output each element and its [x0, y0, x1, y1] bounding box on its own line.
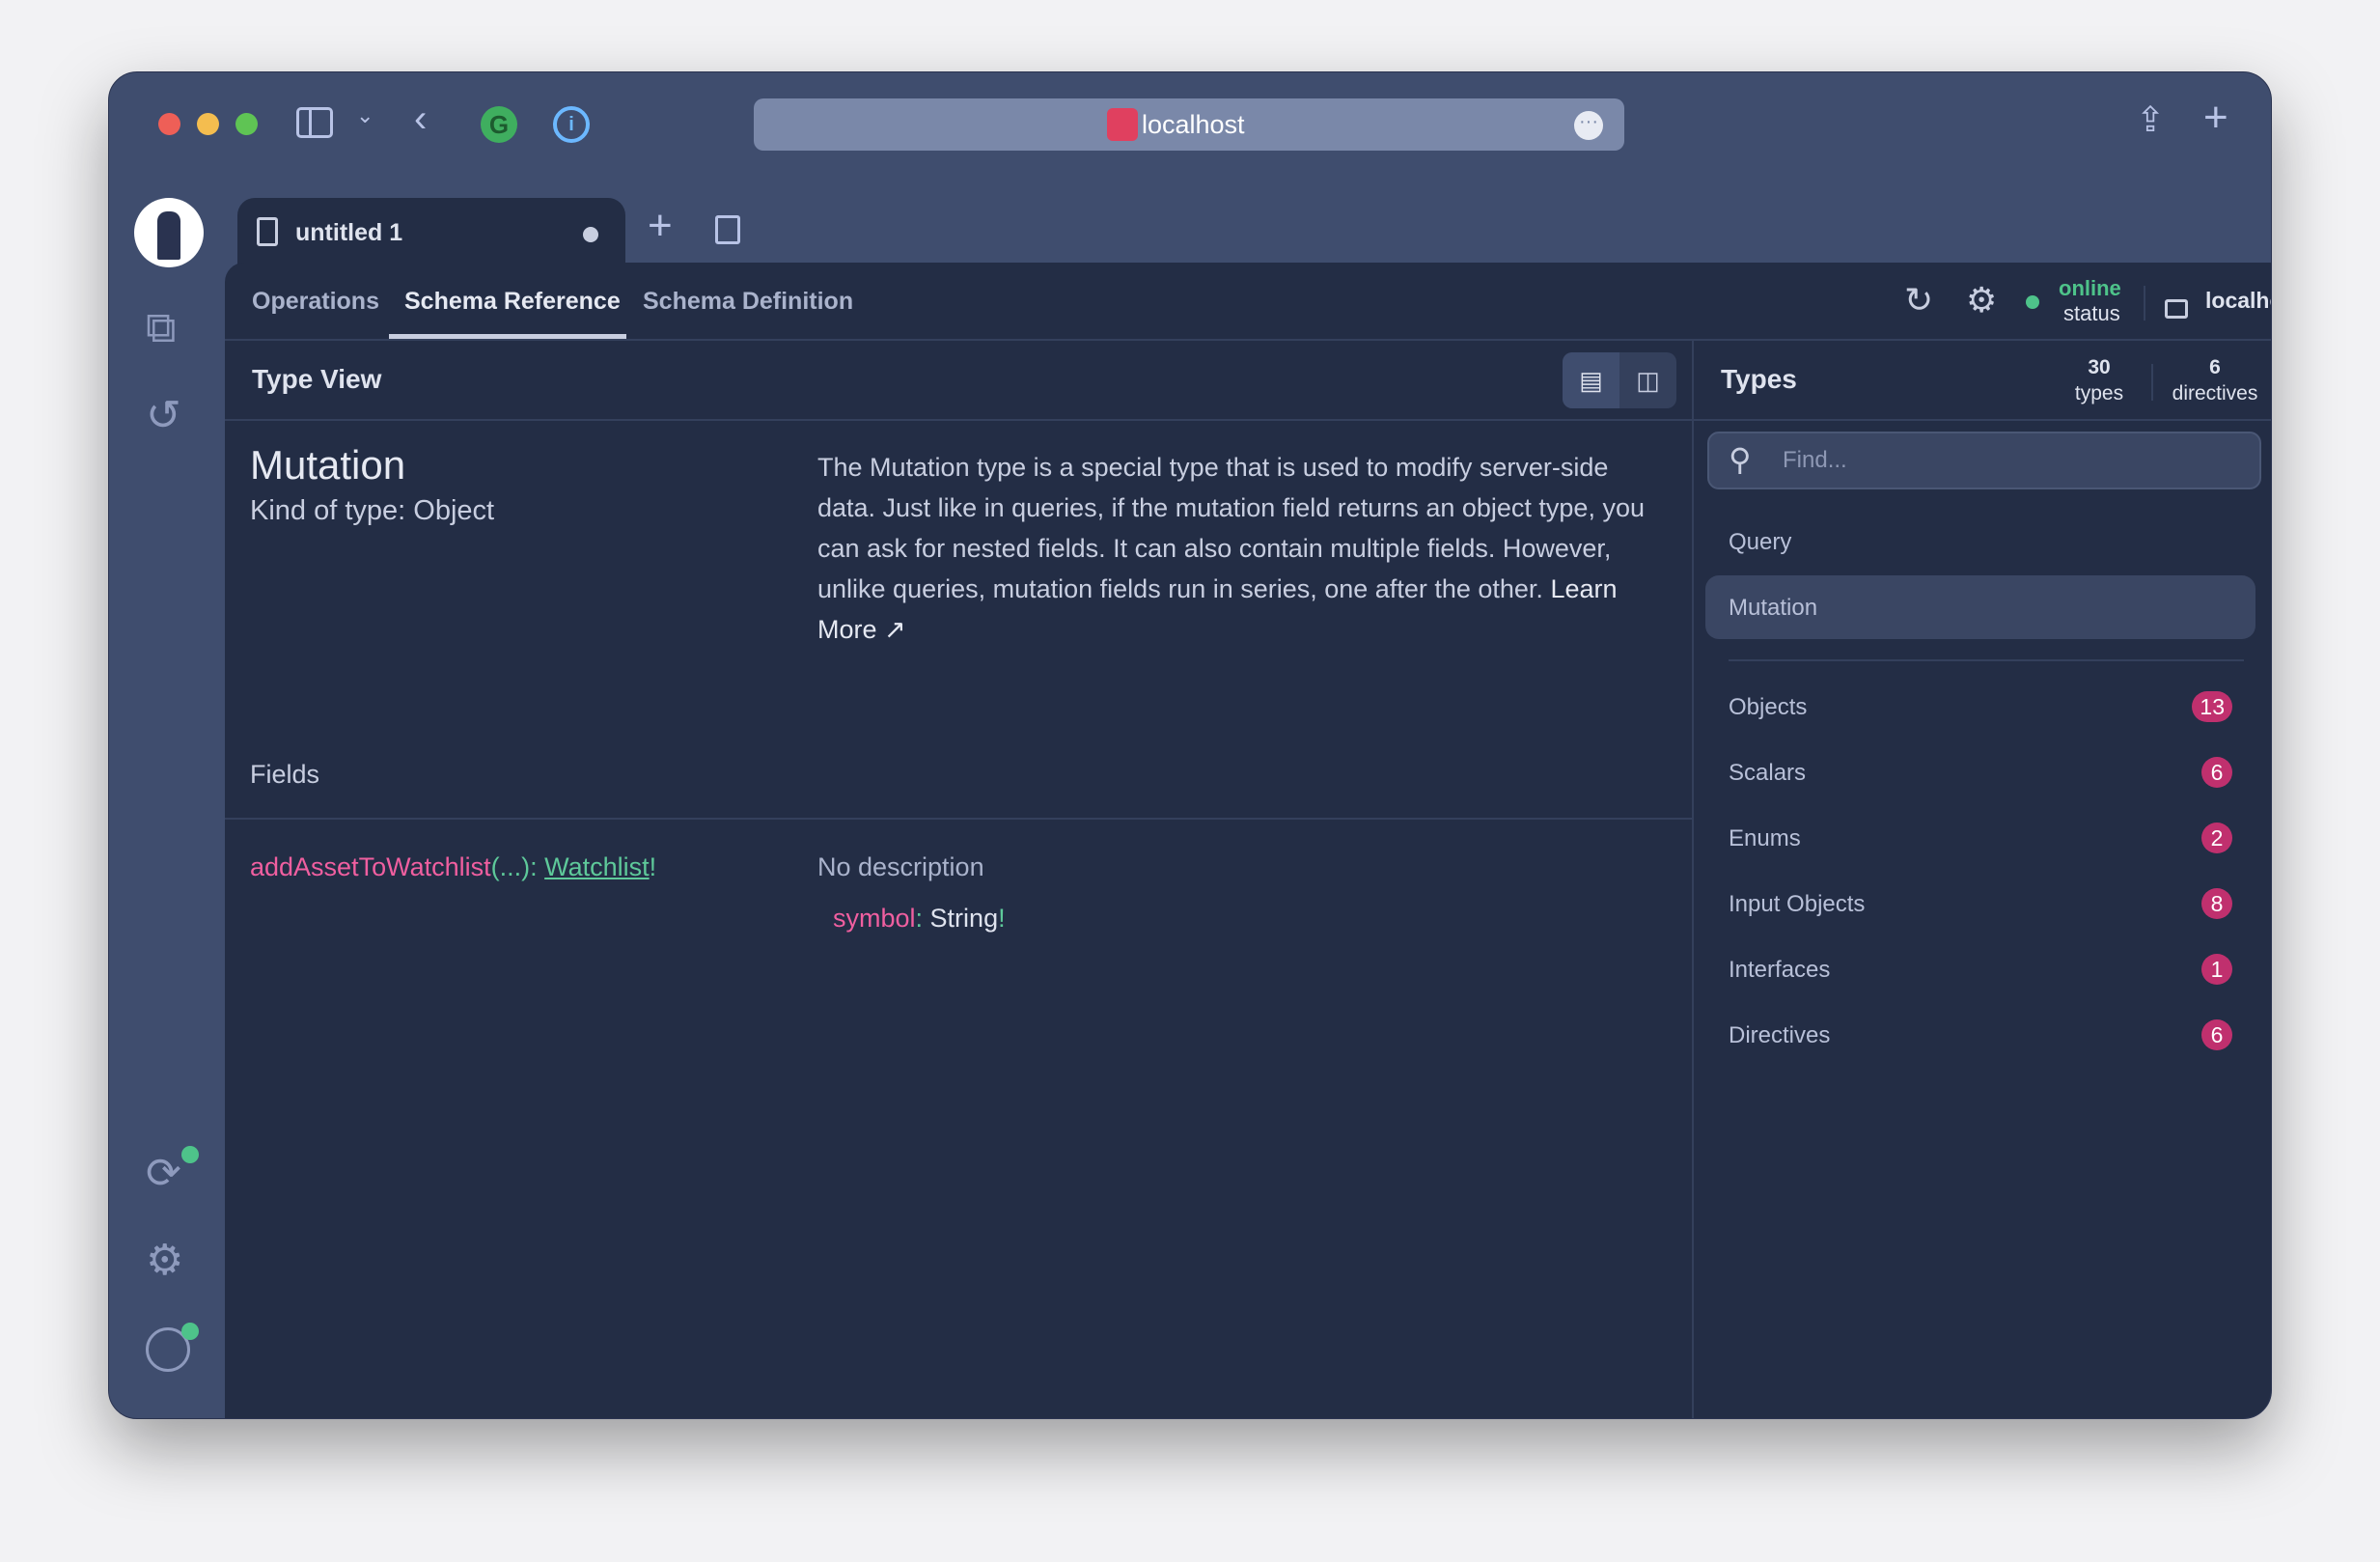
settings-icon[interactable]: ⚙ — [146, 1236, 183, 1285]
active-tab-indicator — [389, 334, 626, 339]
field-row: addAssetToWatchlist(...): Watchlist! — [250, 852, 657, 881]
category-scalars[interactable]: Scalars 6 — [1705, 740, 2255, 804]
search-icon: ⚲ — [1729, 442, 1752, 477]
field-type-link[interactable]: Watchlist — [544, 852, 650, 881]
count-badge: 6 — [2201, 757, 2232, 788]
history-icon[interactable]: ↺ — [146, 391, 181, 440]
tab-schema-definition[interactable]: Schema Definition — [643, 288, 853, 316]
count-badge: 1 — [2201, 954, 2232, 985]
type-description: The Mutation type is a special type that… — [817, 453, 1645, 644]
main-nav: Operations Schema Reference Schema Defin… — [225, 263, 2271, 341]
tab-operations[interactable]: Operations — [252, 288, 379, 316]
category-enums[interactable]: Enums 2 — [1705, 806, 2255, 870]
book-view-icon[interactable]: ▤ — [1563, 352, 1619, 408]
type-item-mutation[interactable]: Mutation — [1705, 575, 2255, 639]
save-icon[interactable] — [715, 215, 740, 244]
category-directives[interactable]: Directives 6 — [1705, 1003, 2255, 1067]
main-content: Operations Schema Reference Schema Defin… — [225, 263, 2271, 1418]
refresh-icon[interactable]: ↻ — [1904, 280, 1933, 321]
share-icon[interactable]: ⇪ — [2136, 99, 2165, 140]
type-item-query[interactable]: Query — [1705, 510, 2255, 573]
password-manager-icon[interactable]: i — [553, 106, 590, 143]
unlock-icon[interactable] — [2165, 299, 2188, 319]
minimize-window-button[interactable] — [197, 113, 219, 135]
settings-icon[interactable]: ⚙ — [1966, 280, 1997, 321]
type-kind: Kind of type: Object — [250, 495, 495, 526]
new-tab-icon[interactable]: + — [2203, 94, 2228, 142]
sync-icon[interactable]: ⟳ — [146, 1149, 181, 1198]
sidebar-toggle-icon[interactable] — [296, 107, 333, 138]
view-toggle: ▤ ◫ — [1563, 352, 1676, 408]
chevron-down-icon[interactable]: ⌄ — [356, 103, 374, 128]
external-link-icon: ↗ — [884, 615, 906, 644]
status-dot — [2026, 295, 2039, 309]
tab-schema-reference[interactable]: Schema Reference — [404, 288, 621, 316]
count-badge: 13 — [2192, 691, 2232, 722]
back-icon[interactable]: ‹ — [414, 98, 427, 141]
count-badge: 6 — [2201, 1019, 2232, 1050]
type-name: Mutation — [250, 442, 406, 488]
browser-window: ⌄ ‹ G i localhost ··· ⇪ + ⧉ ↺ ⟳ ⚙ untitl… — [108, 71, 2272, 1419]
copy-icon[interactable]: ⧉ — [146, 304, 176, 352]
field-name[interactable]: addAssetToWatchlist — [250, 852, 491, 881]
count-badge: 2 — [2201, 823, 2232, 853]
split-view-icon[interactable]: ◫ — [1619, 352, 1676, 408]
category-objects[interactable]: Objects 13 — [1705, 675, 2255, 739]
category-interfaces[interactable]: Interfaces 1 — [1705, 937, 2255, 1001]
types-panel: Types 30 types 6 directives ⚲ Find... Quer… — [1694, 341, 2271, 1418]
category-input-objects[interactable]: Input Objects 8 — [1705, 872, 2255, 935]
account-status-dot — [181, 1323, 199, 1340]
grammarly-extension-icon[interactable]: G — [481, 106, 517, 143]
file-icon — [257, 217, 278, 246]
more-icon[interactable]: ··· — [1574, 111, 1603, 140]
count-badge: 8 — [2201, 888, 2232, 919]
app-logo — [134, 198, 204, 267]
add-tab-icon[interactable]: + — [648, 202, 673, 250]
unsaved-dot — [583, 227, 598, 242]
argument-row: symbol: String! — [833, 904, 1006, 933]
address-bar[interactable]: localhost ··· — [754, 98, 1624, 151]
types-search-input[interactable]: ⚲ Find... — [1707, 432, 2261, 489]
maximize-window-button[interactable] — [235, 113, 258, 135]
type-view-pane: Type View ▤ ◫ Mutation Kind of type: Obj… — [225, 341, 1694, 1418]
close-window-button[interactable] — [158, 113, 180, 135]
sync-status-dot — [181, 1146, 199, 1163]
site-favicon — [1107, 108, 1138, 141]
